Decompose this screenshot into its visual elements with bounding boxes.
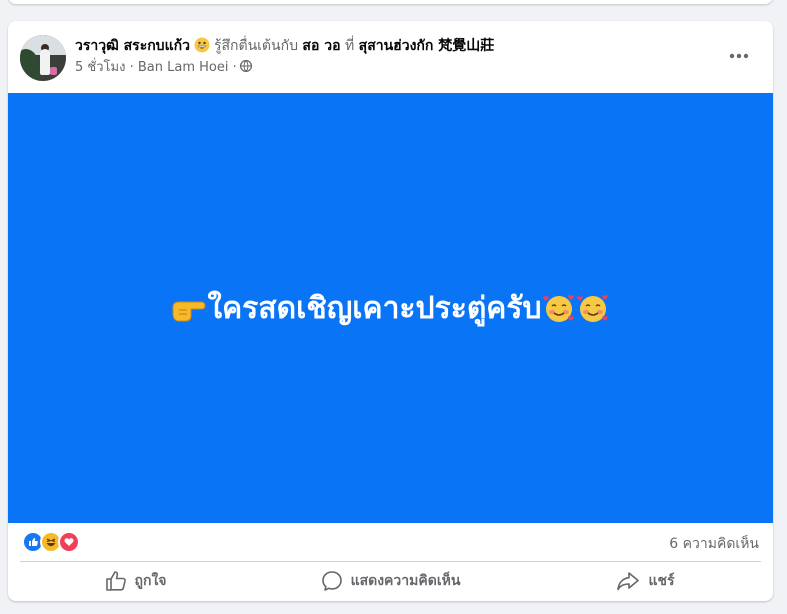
previous-post-card	[8, 0, 773, 4]
share-arrow-icon	[617, 572, 640, 591]
post-meta: 5 ชั่วโมง · Ban Lam Hoei ·	[75, 59, 252, 77]
meta-separator: ·	[129, 60, 134, 75]
grinning-emoji-icon	[194, 37, 210, 53]
like-label: ถูกใจ	[134, 573, 167, 589]
thumbs-up-icon	[105, 571, 126, 591]
at-word: ที่	[344, 38, 355, 54]
post-card: วราวุฒิ สระกบแก้ว รู้สึกตื่นเต้นกับ สอ วอ…	[8, 21, 773, 601]
more-options-button[interactable]	[723, 43, 755, 69]
smiling-hearts-emoji-icon	[542, 295, 574, 322]
more-dots-icon	[729, 53, 749, 59]
love-icon	[58, 531, 80, 553]
comment-count[interactable]: 6 ความคิดเห็น	[669, 533, 759, 555]
post-actions: ถูกใจ แสดงความคิดเห็น แชร์	[8, 563, 773, 599]
comment-button[interactable]: แสดงความคิดเห็น	[263, 563, 518, 599]
status-background[interactable]: ใครสดเชิญเคาะประตู่ครับ	[8, 93, 773, 523]
globe-icon	[239, 60, 252, 72]
author-name[interactable]: วราวุฒิ สระกบแก้ว	[75, 38, 190, 54]
post-header: วราวุฒิ สระกบแก้ว รู้สึกตื่นเต้นกับ สอ วอ…	[8, 21, 773, 93]
comment-bubble-icon	[321, 571, 342, 591]
feeling-text: รู้สึกตื่นเต้นกับ	[213, 38, 298, 54]
post-location[interactable]: Ban Lam Hoei	[138, 60, 229, 75]
status-text-line: ใครสดเชิญเคาะประตู่ครับ	[171, 285, 609, 332]
post-title-line: วราวุฒิ สระกบแก้ว รู้สึกตื่นเต้นกับ สอ วอ…	[75, 36, 494, 56]
place-name[interactable]: สุสานฮ่วงกัก 梵覺山莊	[359, 38, 495, 54]
post-time[interactable]: 5 ชั่วโมง	[75, 60, 125, 75]
share-button[interactable]: แชร์	[518, 563, 773, 599]
share-label: แชร์	[648, 573, 675, 589]
status-text: ใครสดเชิญเคาะประตู่ครับ	[207, 290, 542, 326]
divider	[20, 561, 761, 562]
reaction-summary[interactable]	[22, 531, 80, 553]
comment-label: แสดงความคิดเห็น	[350, 573, 461, 589]
like-button[interactable]: ถูกใจ	[8, 563, 263, 599]
smiling-hearts-emoji-icon	[576, 295, 608, 322]
meta-separator-2: ·	[232, 60, 237, 75]
tagged-person[interactable]: สอ วอ	[302, 38, 340, 54]
pointing-right-emoji-icon	[172, 301, 206, 322]
avatar[interactable]	[20, 35, 66, 81]
